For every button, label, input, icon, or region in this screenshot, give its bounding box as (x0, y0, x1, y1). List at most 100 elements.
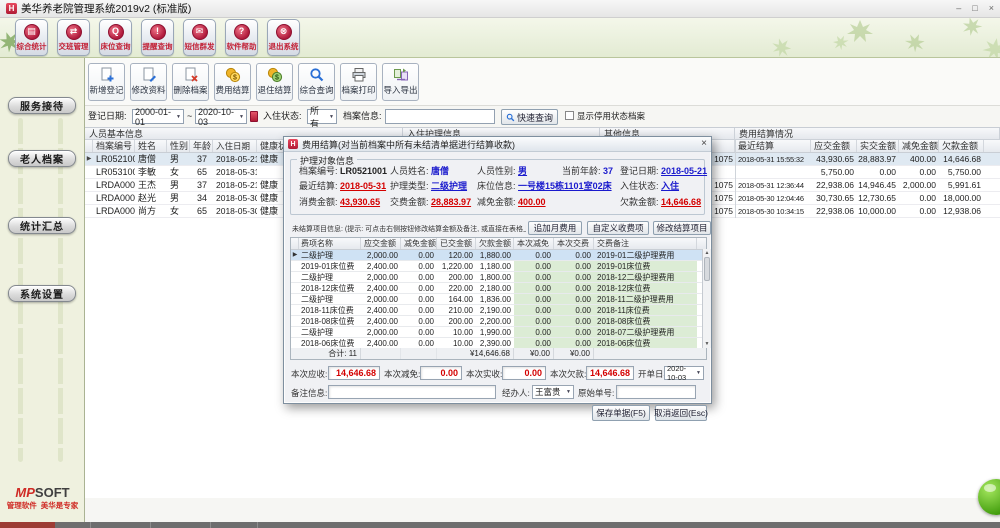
column-header[interactable]: 入住日期 (213, 140, 257, 152)
table-cell: 0.00 (401, 316, 437, 326)
table-row[interactable]: 2019-01床位费2,400.000.001,220.001,180.000.… (291, 261, 706, 272)
table-row[interactable]: 2018-05-30 12:04:4630,730.6512,730.650.0… (736, 192, 1000, 205)
save-button[interactable]: 保存单据(F5) (592, 405, 650, 421)
table-cell: 2018-05-21 (213, 153, 257, 165)
status-select[interactable]: 所有▼ (307, 109, 337, 124)
owed-field[interactable]: 14,646.68 (586, 366, 634, 380)
hint-text: 未结算项目信息: (提示: 可点击右侧按钮修改结算金额及备注, 或直接在表格上填… (292, 224, 526, 234)
show-disabled-checkbox[interactable] (565, 111, 574, 120)
items-vertical-scrollbar[interactable]: ▲ ▼ (702, 249, 711, 348)
column-header[interactable]: 欠款金额 (476, 238, 514, 249)
scrollbar-thumb[interactable] (704, 257, 710, 281)
operator-select[interactable]: 王富贵▼ (532, 385, 574, 399)
field-value-link[interactable]: 400.00 (518, 197, 546, 207)
field-value-link[interactable]: 28,883.97 (431, 197, 471, 207)
checkout-settlement-button[interactable]: $ 退住结算 (256, 63, 293, 101)
table-cell: 14,946.45 (857, 179, 899, 191)
column-header[interactable]: 年龄 (190, 140, 213, 152)
reduce-field[interactable]: 0.00 (420, 366, 462, 380)
custom-fee-button[interactable]: 自定义收费项 (587, 221, 649, 235)
table-row[interactable]: 2018-11床位费2,400.000.00210.002,190.000.00… (291, 305, 706, 316)
minimize-icon[interactable]: ‒ (956, 4, 961, 13)
toolbar-button-bed-query[interactable]: Q床位查询 (99, 19, 132, 56)
field-label: 本次减免: (384, 368, 420, 380)
close-icon[interactable]: × (989, 4, 994, 13)
sidebar-item-statistics[interactable]: 统计汇总 (8, 217, 76, 234)
field-value-link[interactable]: 入住 (661, 181, 679, 191)
date-to-select[interactable]: 2020-10-03▼ (195, 109, 247, 124)
column-header[interactable]: 应交金额 (811, 140, 857, 152)
sidebar-item-archives[interactable]: 老人档案 (8, 150, 76, 167)
table-row[interactable]: ▶二级护理2,000.000.00120.001,880.000.000.002… (291, 250, 706, 261)
quick-search-button[interactable]: 快速查询 (501, 109, 558, 125)
table-row[interactable]: 二级护理2,000.000.00200.001,800.000.000.0020… (291, 272, 706, 283)
remark-input[interactable] (328, 385, 496, 399)
table-row[interactable]: 2018-05-31 12:36:4422,938.0614,946.452,0… (736, 179, 1000, 192)
sidebar-item-settings[interactable]: 系统设置 (8, 285, 76, 302)
table-row[interactable]: 2018-05-31 15:55:3243,930.6528,883.97400… (736, 153, 1000, 166)
column-header[interactable]: 已交金额 (437, 238, 476, 249)
table-row[interactable]: 2018-12床位费2,400.000.00220.002,180.000.00… (291, 283, 706, 294)
field-value-link[interactable]: 一号楼15栋1101室02床 (518, 181, 612, 191)
column-header[interactable]: 性别 (167, 140, 190, 152)
restore-icon[interactable]: □ (972, 4, 977, 13)
column-header[interactable]: 档案编号 (93, 140, 135, 152)
received-field[interactable]: 0.00 (502, 366, 546, 380)
column-header[interactable]: 本次减免 (514, 238, 554, 249)
toolbar-button-shift[interactable]: ⇄交班管理 (57, 19, 90, 56)
coins-checkout-icon: $ (267, 67, 283, 83)
calendar-flag-icon[interactable] (250, 111, 258, 122)
receivable-field[interactable]: 14,646.68 (328, 366, 380, 380)
items-count: 合计: 11 (291, 348, 361, 359)
chevron-down-icon: ▼ (564, 389, 571, 395)
scroll-up-icon[interactable]: ▲ (703, 250, 711, 256)
column-header[interactable]: 减免金额 (401, 238, 437, 249)
table-row[interactable]: 2018-08床位费2,400.000.00200.002,200.000.00… (291, 316, 706, 327)
table-row[interactable]: 二级护理2,000.000.00164.001,836.000.000.0020… (291, 294, 706, 305)
field-value-link[interactable]: 43,930.65 (340, 197, 380, 207)
column-header[interactable]: 应交金额 (361, 238, 401, 249)
field-value-link[interactable]: 2018-05-31 (340, 181, 386, 191)
column-header[interactable]: 本次交费 (554, 238, 594, 249)
toolbar-button-reminder[interactable]: !提醒查询 (141, 19, 174, 56)
fee-settlement-button[interactable]: $ 费用结算 (214, 63, 251, 101)
column-header[interactable]: 交费备注 (594, 238, 697, 249)
table-row[interactable]: 5,750.000.000.005,750.00 (736, 166, 1000, 179)
column-header[interactable]: 费项名称 (299, 238, 361, 249)
add-monthly-fee-button[interactable]: 追加月费用 (528, 221, 582, 235)
column-header[interactable]: 实交金额 (857, 140, 899, 152)
column-header[interactable]: 减免金额 (899, 140, 939, 152)
field-value-link[interactable]: 2018-05-21 (661, 166, 707, 176)
search-icon (506, 113, 515, 122)
scroll-down-icon[interactable]: ▼ (703, 341, 711, 347)
table-cell: 200.00 (437, 272, 476, 282)
edit-settlement-item-button[interactable]: 修改结算项目 (653, 221, 711, 235)
column-header[interactable]: 姓名 (135, 140, 167, 152)
add-record-button[interactable]: 新增登记 (88, 63, 125, 101)
search-input[interactable] (385, 109, 495, 124)
edit-record-button[interactable]: 修改资料 (130, 63, 167, 101)
dialog-close-icon[interactable]: × (701, 139, 707, 149)
column-header[interactable]: 欠款金额 (939, 140, 984, 152)
toolbar-button-help[interactable]: ?软件帮助 (225, 19, 258, 56)
toolbar-button-stats[interactable]: ▤综合统计 (15, 19, 48, 56)
toolbar-button-sms[interactable]: ✉短信群发 (183, 19, 216, 56)
date-from-select[interactable]: 2000-01-01▼ (132, 109, 184, 124)
table-row[interactable]: 二级护理2,000.000.0010.001,990.000.000.00201… (291, 327, 706, 338)
column-header[interactable]: 最近结算 (736, 140, 811, 152)
field-value-link[interactable]: 二级护理 (431, 181, 467, 191)
toolbar-button-exit[interactable]: ⊗退出系统 (267, 19, 300, 56)
original-number-input[interactable] (616, 385, 696, 399)
print-button[interactable]: 档案打印 (340, 63, 377, 101)
field-value-link[interactable]: 14,646.68 (661, 197, 701, 207)
cancel-button[interactable]: 取消返回(Esc) (655, 405, 707, 421)
delete-record-button[interactable]: 删除档案 (172, 63, 209, 101)
import-export-button[interactable]: 导入导出 (382, 63, 419, 101)
table-row[interactable]: 2018-05-30 10:34:1522,938.0610,000.000.0… (736, 205, 1000, 218)
sidebar-item-service[interactable]: 服务接待 (8, 97, 76, 114)
table-cell: 120.00 (437, 250, 476, 260)
comprehensive-query-button[interactable]: 综合查询 (298, 63, 335, 101)
table-cell: 14,646.68 (939, 153, 984, 165)
dialog-title-bar[interactable]: H 费用结算(对当前档案中所有未结清单据进行结算收款) × (284, 137, 711, 152)
bill-date-select[interactable]: 2020-10-03▼ (664, 366, 704, 380)
